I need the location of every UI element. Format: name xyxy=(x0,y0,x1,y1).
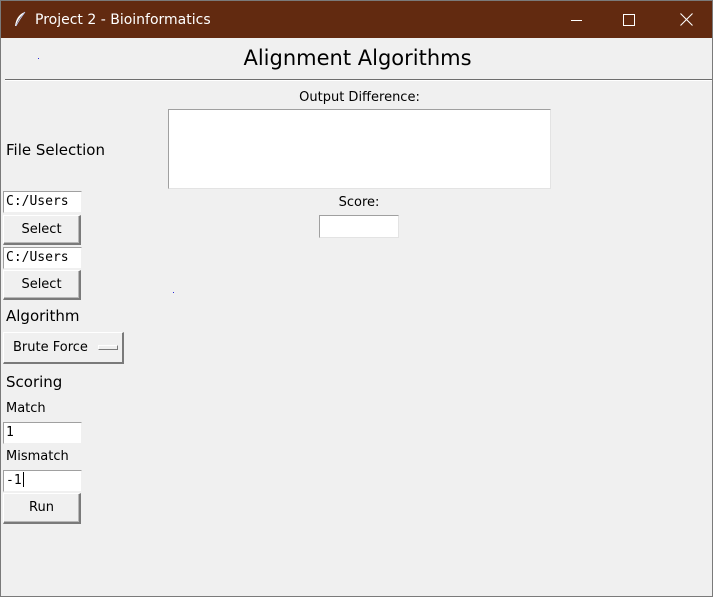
match-label: Match xyxy=(6,401,46,416)
maximize-icon xyxy=(623,13,635,26)
mismatch-input-value: -1 xyxy=(6,473,22,488)
header-divider xyxy=(5,79,712,81)
select-file2-button[interactable]: Select xyxy=(3,270,81,300)
algorithm-dropdown[interactable]: Brute Force xyxy=(3,332,124,364)
score-label: Score: xyxy=(338,195,380,210)
score-field[interactable] xyxy=(319,215,399,238)
app-window: Project 2 - Bioinformatics Alignment Alg… xyxy=(0,0,713,597)
window-title: Project 2 - Bioinformatics xyxy=(35,12,211,28)
minimize-button[interactable] xyxy=(551,1,603,38)
close-icon xyxy=(679,13,693,26)
canvas-dot xyxy=(38,58,39,59)
file2-path-input[interactable]: C:/Users xyxy=(3,247,82,269)
mismatch-label: Mismatch xyxy=(6,449,69,464)
title-bar[interactable]: Project 2 - Bioinformatics xyxy=(1,1,712,38)
canvas-dot-2 xyxy=(173,292,174,293)
run-button[interactable]: Run xyxy=(3,493,81,524)
page-title: Alignment Algorithms xyxy=(243,46,472,70)
match-input[interactable]: 1 xyxy=(3,422,82,444)
close-button[interactable] xyxy=(660,1,712,38)
run-button-label: Run xyxy=(29,500,54,515)
scoring-heading: Scoring xyxy=(6,373,63,391)
algorithm-heading: Algorithm xyxy=(6,307,80,325)
text-caret xyxy=(22,472,24,487)
minimize-icon xyxy=(571,19,582,21)
feather-icon xyxy=(15,11,26,27)
file1-path-input[interactable]: C:/Users xyxy=(3,191,82,213)
mismatch-input[interactable]: -1 xyxy=(3,470,82,492)
select-file2-label: Select xyxy=(21,277,62,292)
option-menu-indicator-icon xyxy=(98,345,118,350)
maximize-button[interactable] xyxy=(603,1,655,38)
algorithm-selected-value: Brute Force xyxy=(13,340,88,355)
select-file1-label: Select xyxy=(21,222,62,237)
file-selection-heading: File Selection xyxy=(6,141,105,159)
output-difference-label: Output Difference: xyxy=(299,90,420,105)
select-file1-button[interactable]: Select xyxy=(3,215,81,245)
output-difference-box[interactable] xyxy=(168,109,551,189)
